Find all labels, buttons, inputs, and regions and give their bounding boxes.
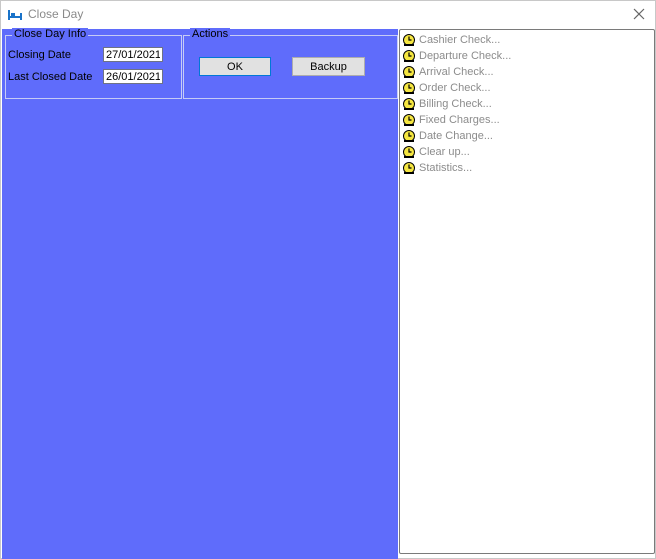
list-item-label: Date Change...: [419, 130, 493, 142]
list-item-billing-check[interactable]: Billing Check...: [402, 96, 492, 112]
bed-icon: [7, 8, 23, 22]
list-item-cashier-check[interactable]: Cashier Check...: [402, 32, 500, 48]
ok-button[interactable]: OK: [199, 57, 271, 76]
list-item-order-check[interactable]: Order Check...: [402, 80, 491, 96]
backup-button[interactable]: Backup: [292, 57, 365, 76]
clock-icon: [402, 81, 416, 95]
list-item-label: Order Check...: [419, 82, 491, 94]
list-item-clear-up[interactable]: Clear up...: [402, 144, 470, 160]
list-item-label: Statistics...: [419, 162, 473, 174]
clock-icon: [402, 129, 416, 143]
last-closed-date-field[interactable]: [103, 69, 163, 84]
list-item-label: Billing Check...: [419, 98, 492, 110]
list-item-date-change[interactable]: Date Change...: [402, 128, 493, 144]
clock-icon: [402, 97, 416, 111]
list-item-label: Clear up...: [419, 146, 470, 158]
clock-icon: [402, 113, 416, 127]
list-item-label: Departure Check...: [419, 50, 512, 62]
list-item-label: Fixed Charges...: [419, 114, 500, 126]
close-day-window: Close Day Close Day Info Closing Date La…: [0, 0, 656, 559]
close-day-info-legend: Close Day Info: [12, 28, 89, 40]
list-item-arrival-check[interactable]: Arrival Check...: [402, 64, 494, 80]
clock-icon: [402, 161, 416, 175]
closing-date-label: Closing Date: [8, 49, 71, 61]
title-bar: Close Day: [1, 1, 655, 29]
checks-list: Cashier Check... Departure Check... Arri…: [399, 29, 655, 554]
window-title: Close Day: [28, 7, 84, 21]
list-item-fixed-charges[interactable]: Fixed Charges...: [402, 112, 500, 128]
clock-icon: [402, 65, 416, 79]
clock-icon: [402, 49, 416, 63]
close-icon: [633, 8, 645, 23]
main-panel: Close Day Info Closing Date Last Closed …: [2, 28, 398, 559]
close-day-info-group: Close Day Info Closing Date Last Closed …: [5, 28, 182, 99]
actions-group: Actions OK Backup: [183, 28, 398, 99]
actions-legend: Actions: [190, 28, 231, 40]
list-item-label: Cashier Check...: [419, 34, 501, 46]
list-item-statistics[interactable]: Statistics...: [402, 160, 472, 176]
clock-icon: [402, 145, 416, 159]
closing-date-field[interactable]: [103, 47, 163, 62]
close-button[interactable]: [629, 5, 649, 25]
last-closed-date-label: Last Closed Date: [8, 71, 93, 83]
list-item-label: Arrival Check...: [419, 66, 494, 78]
clock-icon: [402, 33, 416, 47]
list-item-departure-check[interactable]: Departure Check...: [402, 48, 511, 64]
